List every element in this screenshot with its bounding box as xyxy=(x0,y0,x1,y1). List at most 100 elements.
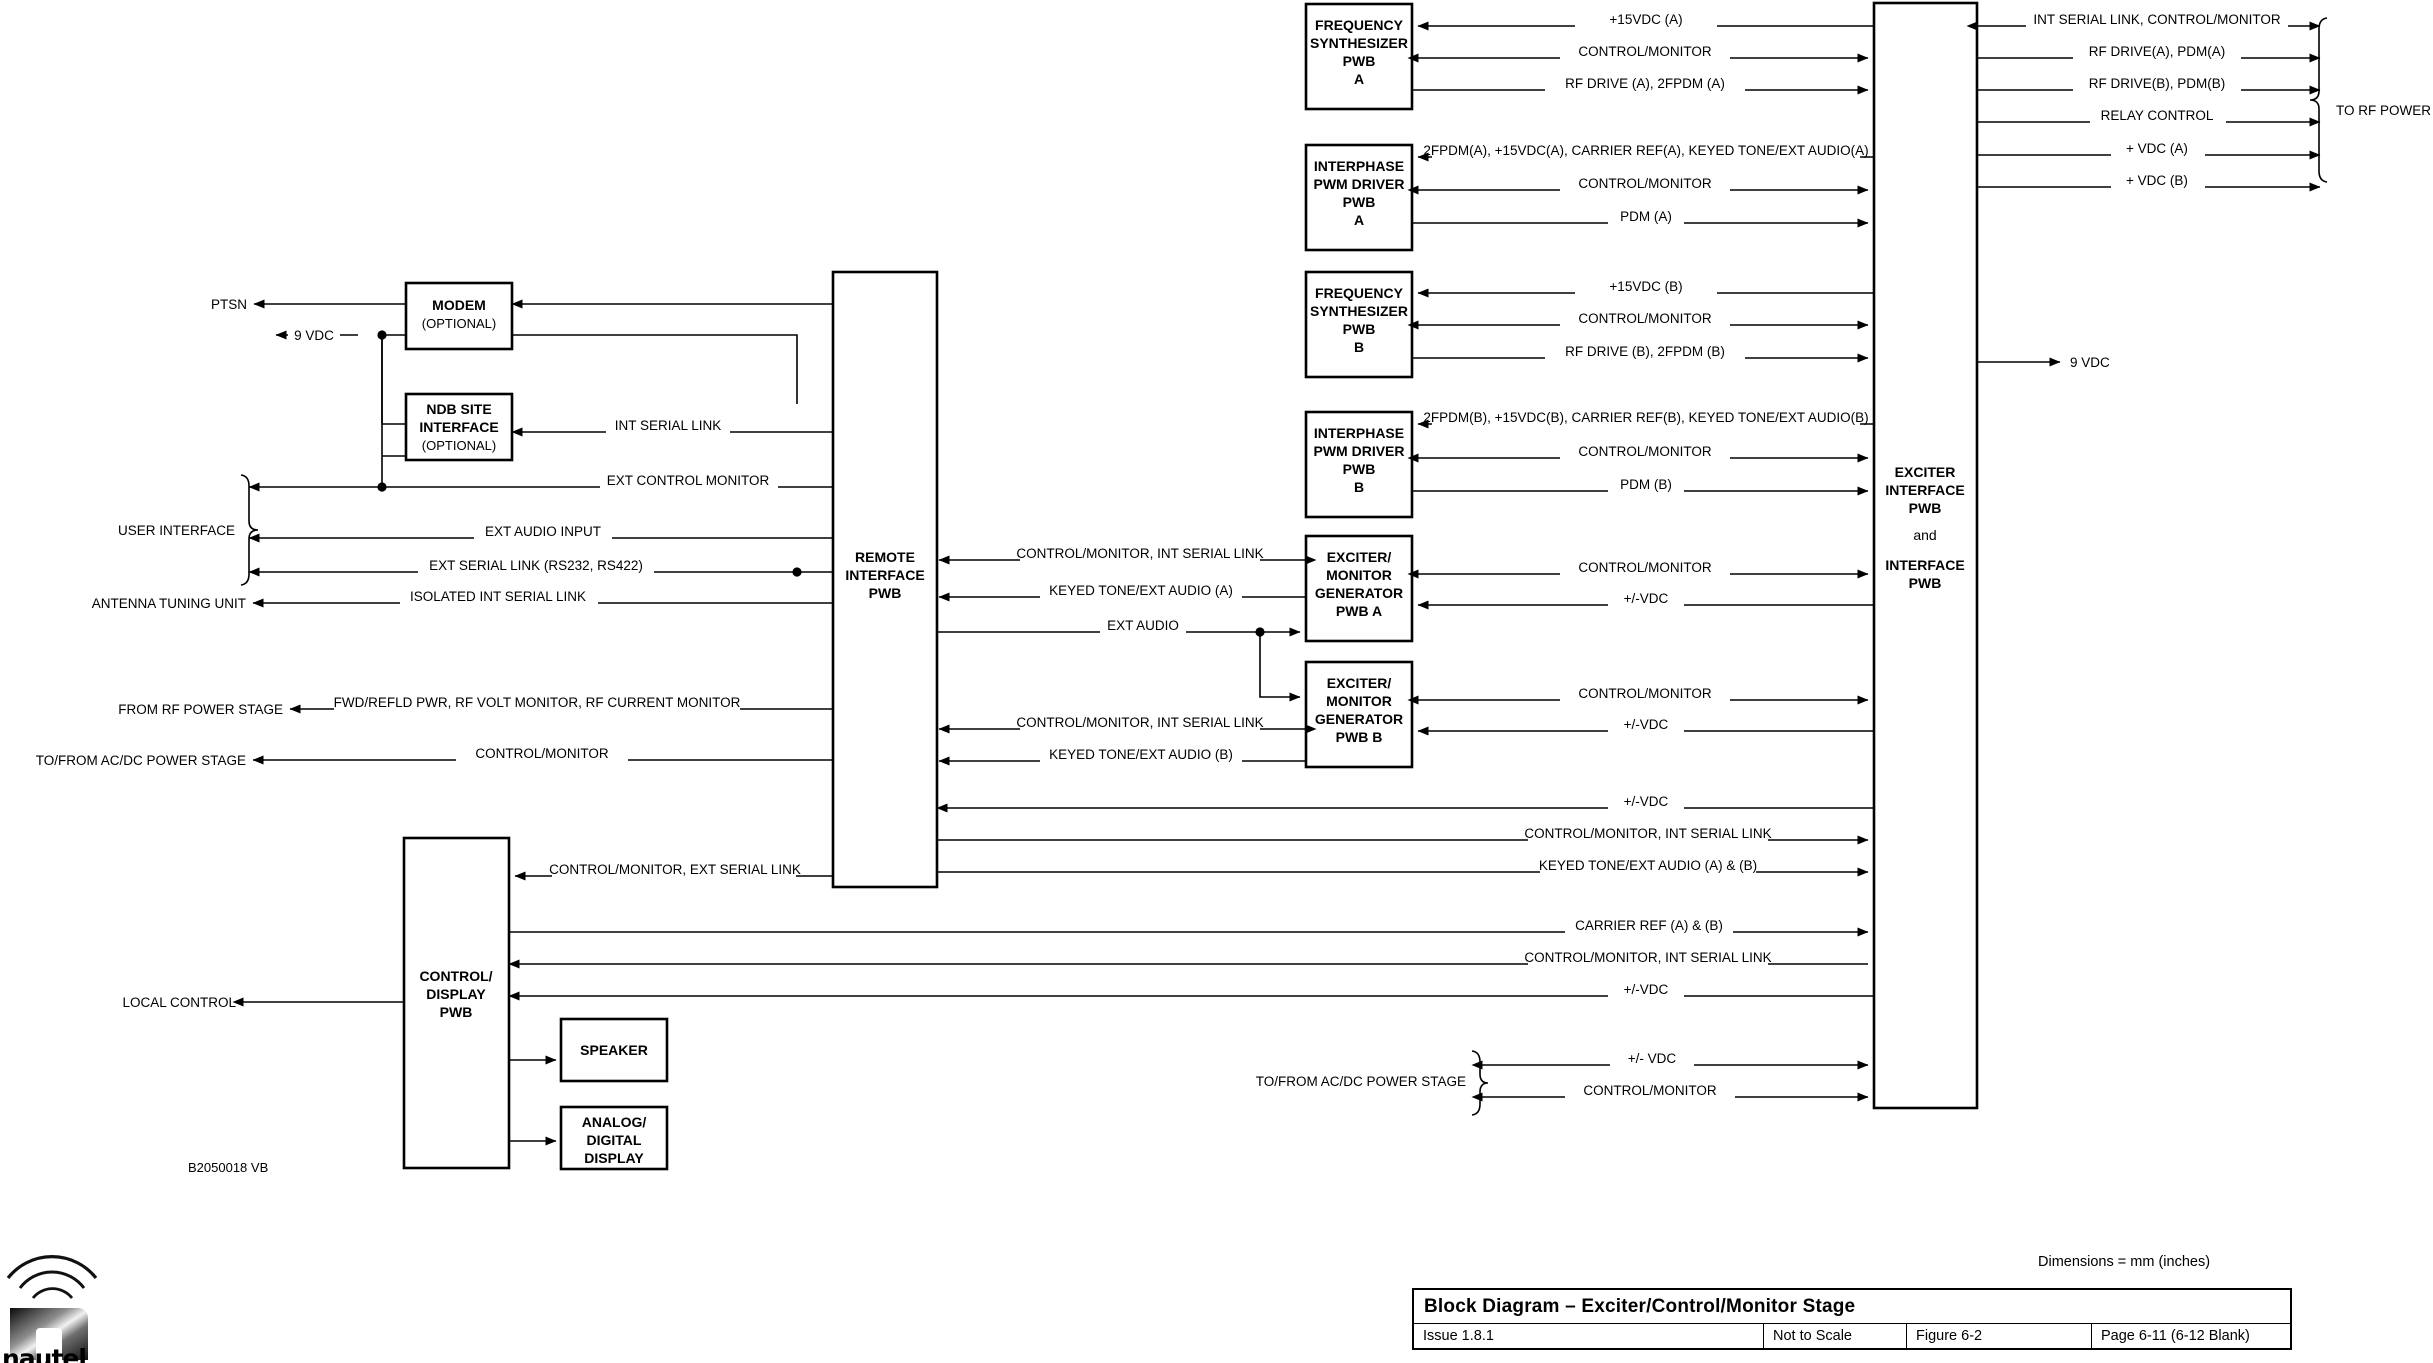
title-block-row: Issue 1.8.1 Not to Scale Figure 6-2 Page… xyxy=(1414,1324,2290,1348)
ndb-l2: INTERFACE xyxy=(419,419,498,435)
add-l1: ANALOG/ xyxy=(582,1114,647,1130)
label-cm-fsb: CONTROL/MONITOR xyxy=(1578,311,1712,326)
block-diagram-canvas: FREQUENCY SYNTHESIZER PWB A INTERPHASE P… xyxy=(36,1,2433,1175)
line-ext-audio-branch xyxy=(1259,632,1301,702)
ndb-l1: NDB SITE xyxy=(426,401,491,417)
label-pmvdc-emgb: +/-VDC xyxy=(1624,717,1669,732)
label-ktea-b: KEYED TONE/EXT AUDIO (B) xyxy=(1049,747,1233,762)
ripwb-l3: PWB xyxy=(869,585,902,601)
label-rfdrive-a-pdm-a: RF DRIVE(A), PDM(A) xyxy=(2089,44,2226,59)
ipa-l3: PWB xyxy=(1343,194,1376,210)
drawing-sheet: FREQUENCY SYNTHESIZER PWB A INTERPHASE P… xyxy=(0,0,2433,1363)
fsb-l4: B xyxy=(1354,339,1364,355)
emga-l3: GENERATOR xyxy=(1315,585,1403,601)
fsa-l2: SYNTHESIZER xyxy=(1310,35,1408,51)
eipwb-l6: PWB xyxy=(1909,575,1942,591)
modem-l1: MODEM xyxy=(432,297,486,313)
emgb-l2: MONITOR xyxy=(1326,693,1392,709)
label-pdm-b: PDM (B) xyxy=(1620,477,1672,492)
label-ktea-a: KEYED TONE/EXT AUDIO (A) xyxy=(1049,583,1233,598)
ndb-l3: (OPTIONAL) xyxy=(422,438,496,453)
eipwb-l1: EXCITER xyxy=(1895,464,1956,480)
ripwb-l2: INTERFACE xyxy=(845,567,924,583)
modem-l2: (OPTIONAL) xyxy=(422,316,496,331)
emgb-l4: PWB B xyxy=(1336,729,1383,745)
emgb-l3: GENERATOR xyxy=(1315,711,1403,727)
label-15vdc-a-t: +15VDC (A) xyxy=(1609,12,1682,27)
emga-l1: EXCITER/ xyxy=(1327,549,1392,565)
label-carrierref-ab: CARRIER REF (A) & (B) xyxy=(1575,918,1723,933)
label-pmvdc-rip: +/-VDC xyxy=(1624,794,1669,809)
fsa-l3: PWB xyxy=(1343,53,1376,69)
label-cm-acdc: CONTROL/MONITOR xyxy=(1583,1083,1717,1098)
ipb-l4: B xyxy=(1354,479,1364,495)
add-l3: DISPLAY xyxy=(584,1150,644,1166)
label-user-interface: USER INTERFACE xyxy=(118,523,235,538)
brace-acdc-bottom xyxy=(1471,1050,1489,1116)
label-from-rf-power-stage: FROM RF POWER STAGE xyxy=(118,702,283,717)
ipa-l4: A xyxy=(1354,212,1364,228)
brace-to-rf-power-stage xyxy=(2309,17,2328,183)
label-to-from-acdc-bottom: TO/FROM AC/DC POWER STAGE xyxy=(1256,1074,1466,1089)
nautel-wordmark: nautel xyxy=(2,1344,87,1363)
label-pmvdc-acdc: +/- VDC xyxy=(1628,1051,1677,1066)
label-cm-ipb: CONTROL/MONITOR xyxy=(1578,444,1712,459)
dimensions-note: Dimensions = mm (inches) xyxy=(2038,1254,2211,1270)
eipwb-l4: and xyxy=(1913,527,1936,543)
eipwb-l5: INTERFACE xyxy=(1885,557,1964,573)
title-block-figure: Figure 6-2 xyxy=(1907,1324,2092,1348)
label-cmisl-cdp: CONTROL/MONITOR, INT SERIAL LINK xyxy=(1524,950,1771,965)
label-to-from-acdc-left: TO/FROM AC/DC POWER STAGE xyxy=(36,753,246,768)
speaker-l1: SPEAKER xyxy=(580,1042,648,1058)
cdpwb-l1: CONTROL/ xyxy=(419,968,492,984)
eipwb-l2: INTERFACE xyxy=(1885,482,1964,498)
ipa-l1: INTERPHASE xyxy=(1314,158,1404,174)
title-block-page: Page 6-11 (6-12 Blank) xyxy=(2101,1328,2250,1344)
label-plusvdc-b: + VDC (B) xyxy=(2126,173,2188,188)
label-cm-emga: CONTROL/MONITOR xyxy=(1578,560,1712,575)
label-cmisl-emgb: CONTROL/MONITOR, INT SERIAL LINK xyxy=(1016,715,1263,730)
cdpwb-l3: PWB xyxy=(440,1004,473,1020)
label-rfdrive-b-pdm-b: RF DRIVE(B), PDM(B) xyxy=(2089,76,2226,91)
label-ext-audio: EXT AUDIO xyxy=(1107,618,1179,633)
label-9vdc-left-t: 9 VDC xyxy=(294,328,334,343)
title-block: Block Diagram – Exciter/Control/Monitor … xyxy=(1412,1288,2292,1350)
junction-ext-audio xyxy=(1255,627,1265,637)
label-15vdc-b: +15VDC (B) xyxy=(1609,279,1682,294)
label-plusvdc-a: + VDC (A) xyxy=(2126,141,2188,156)
line-9vdc-down xyxy=(381,335,406,425)
line-modem-bot xyxy=(512,334,798,404)
block-exciter-interface-pwb xyxy=(1872,1,1979,1110)
label-rfdrive-a: RF DRIVE (A), 2FPDM (A) xyxy=(1565,76,1725,91)
label-ipbus-a: 2FPDM(A), +15VDC(A), CARRIER REF(A), KEY… xyxy=(1423,143,1868,158)
label-cm-ipa: CONTROL/MONITOR xyxy=(1578,176,1712,191)
label-isl-cm-rf: INT SERIAL LINK, CONTROL/MONITOR xyxy=(2033,12,2281,27)
label-cm-emgb: CONTROL/MONITOR xyxy=(1578,686,1712,701)
label-cm-acdc-left: CONTROL/MONITOR xyxy=(475,746,609,761)
label-int-serial-link: INT SERIAL LINK xyxy=(615,418,722,433)
label-pdm-a: PDM (A) xyxy=(1620,209,1672,224)
block-control-display-pwb xyxy=(402,836,511,1170)
ipb-l1: INTERPHASE xyxy=(1314,425,1404,441)
label-cm-fsa: CONTROL/MONITOR xyxy=(1578,44,1712,59)
fsb-l2: SYNTHESIZER xyxy=(1310,303,1408,319)
ripwb-l1: REMOTE xyxy=(855,549,915,565)
title-block-issue: Issue 1.8.1 xyxy=(1414,1324,1764,1348)
ipb-l3: PWB xyxy=(1343,461,1376,477)
junction-ext-serial xyxy=(792,567,802,577)
label-local-control: LOCAL CONTROL xyxy=(122,995,236,1010)
add-l2: DIGITAL xyxy=(587,1132,642,1148)
brace-user-interface xyxy=(240,474,259,586)
fsb-l3: PWB xyxy=(1343,321,1376,337)
drawing-number: B2050018 VB xyxy=(188,1160,268,1175)
label-rfdrive-b: RF DRIVE (B), 2FPDM (B) xyxy=(1565,344,1725,359)
fsb-l1: FREQUENCY xyxy=(1315,285,1404,301)
title-block-title: Block Diagram – Exciter/Control/Monitor … xyxy=(1414,1290,2290,1324)
label-fwd-refld: FWD/REFLD PWR, RF VOLT MONITOR, RF CURRE… xyxy=(334,695,741,710)
fsa-l4: A xyxy=(1354,71,1364,87)
eipwb-l3: PWB xyxy=(1909,500,1942,516)
label-cm-ext-serial-cdp: CONTROL/MONITOR, EXT SERIAL LINK xyxy=(549,862,801,877)
label-ext-audio-input: EXT AUDIO INPUT xyxy=(485,524,601,539)
ipa-l2: PWM DRIVER xyxy=(1314,176,1405,192)
cdpwb-l2: DISPLAY xyxy=(426,986,486,1002)
